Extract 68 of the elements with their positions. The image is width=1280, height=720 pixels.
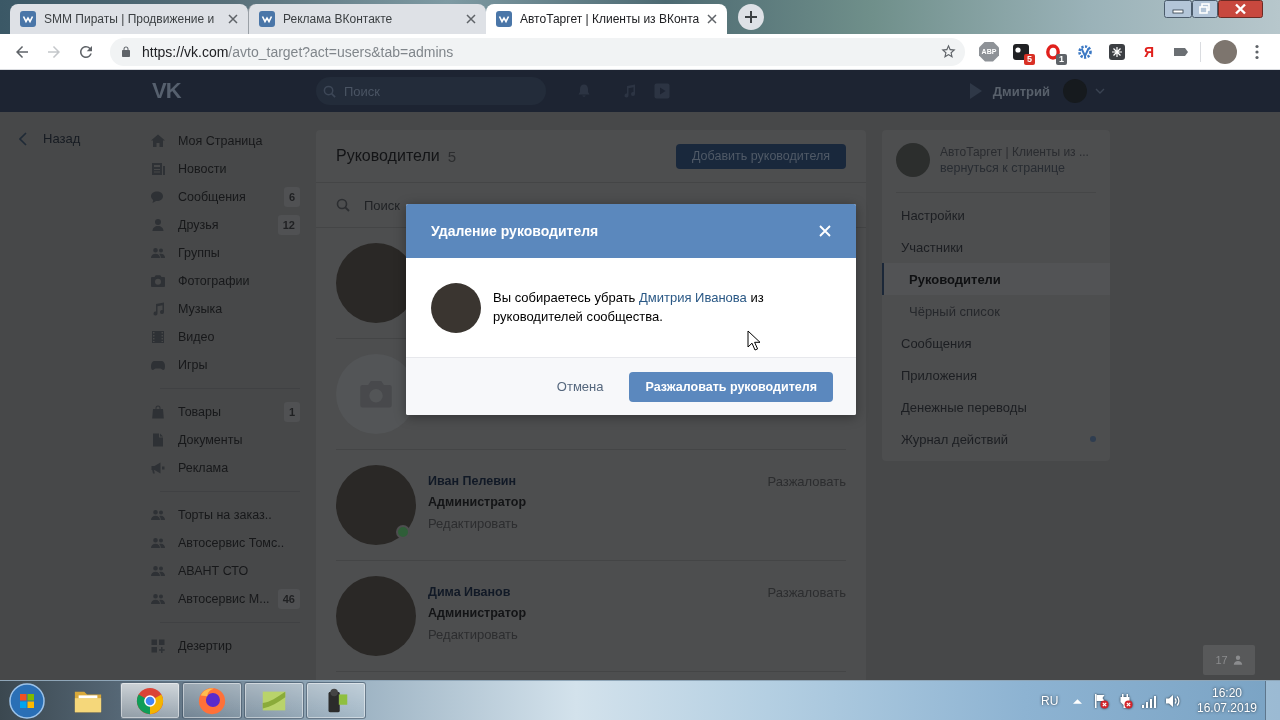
dialog-message: Вы собираетесь убрать Дмитрия Иванова из руководителей сообщества. (493, 289, 765, 326)
browser-tab[interactable]: АвтоТаргет | Клиенты из ВКонта (486, 4, 728, 34)
notification-badge: 5 (1024, 53, 1035, 65)
close-icon[interactable] (707, 14, 718, 24)
logo[interactable]: VK (152, 78, 181, 103)
menu-item[interactable]: Руководители (882, 263, 1110, 295)
bag-icon (150, 404, 166, 420)
circle-logo-icon (135, 685, 165, 716)
restore-icon[interactable] (1192, 0, 1218, 18)
address-bar[interactable]: https://vk.com/avto_target?act=users&tab=admins (110, 37, 965, 66)
fox-globe-icon (197, 685, 227, 716)
favicon-icon (259, 11, 275, 27)
person-icon (1232, 655, 1243, 665)
flag-icon[interactable] (1093, 692, 1109, 709)
ring-icon[interactable] (1045, 43, 1061, 60)
profile-avatar[interactable] (1213, 39, 1237, 64)
member-name[interactable]: Иван Пелевин (428, 471, 517, 492)
section-title: Руководители (336, 147, 440, 165)
favicon-icon (496, 11, 512, 27)
gear-icon[interactable] (1077, 43, 1093, 60)
close-icon[interactable] (228, 14, 238, 24)
asterisk-tile-icon[interactable] (1109, 43, 1125, 60)
browser-tab[interactable]: Реклама ВКонтакте (248, 4, 486, 34)
extension-button[interactable]: Я (1143, 43, 1155, 60)
cancel-button[interactable]: Отмена (556, 379, 604, 394)
user-name[interactable]: Дмитрий (992, 83, 1050, 99)
camera-icon (150, 273, 166, 289)
more-menu-icon[interactable] (1255, 43, 1259, 60)
member-role: Администратор (428, 605, 527, 622)
people-icon (150, 245, 166, 261)
user-link[interactable]: Дмитрия Иванова (639, 290, 747, 305)
favicon-icon (20, 11, 36, 27)
member-name[interactable]: Дима Иванов (428, 582, 511, 603)
people-icon (150, 591, 166, 607)
newspaper-icon (150, 161, 166, 177)
member-role: Администратор (428, 494, 527, 511)
speaker-icon[interactable] (1165, 692, 1181, 709)
home-icon (150, 133, 166, 149)
show-desktop-icon[interactable] (1265, 681, 1280, 720)
demote-button[interactable]: Разжаловать руководителя (629, 371, 833, 402)
person-icon (150, 217, 166, 233)
taskbar-button[interactable] (182, 682, 242, 719)
star-icon[interactable] (940, 43, 957, 60)
people-icon (150, 535, 166, 551)
close-icon[interactable] (466, 14, 476, 24)
document-icon (150, 432, 166, 448)
close-icon[interactable] (1218, 0, 1263, 18)
grid-icon (150, 638, 166, 654)
browser-tab[interactable]: SMM Пираты | Продвижение и (10, 4, 248, 34)
mouse-cursor-icon (747, 330, 760, 351)
taskbar-clock[interactable]: 16:20 16.07.2019 (1198, 685, 1256, 716)
notification-badge: 1 (1056, 53, 1067, 65)
megaphone-icon (150, 460, 166, 476)
search-icon (323, 84, 336, 98)
chevron-left-icon (19, 131, 27, 146)
film-icon (150, 329, 166, 345)
search-icon (336, 198, 350, 212)
dot-tile-icon[interactable] (1013, 43, 1029, 60)
plus-icon[interactable] (738, 4, 765, 30)
start-orb-icon[interactable] (9, 682, 45, 719)
people-icon (150, 507, 166, 523)
minimize-icon[interactable] (1164, 0, 1192, 18)
taskbar-button[interactable] (306, 682, 366, 719)
speech-bubble-icon (150, 189, 166, 205)
lock-icon (120, 45, 132, 58)
language-indicator[interactable]: RU (1041, 693, 1059, 708)
people-icon (150, 563, 166, 579)
avatar-photo (431, 283, 481, 333)
